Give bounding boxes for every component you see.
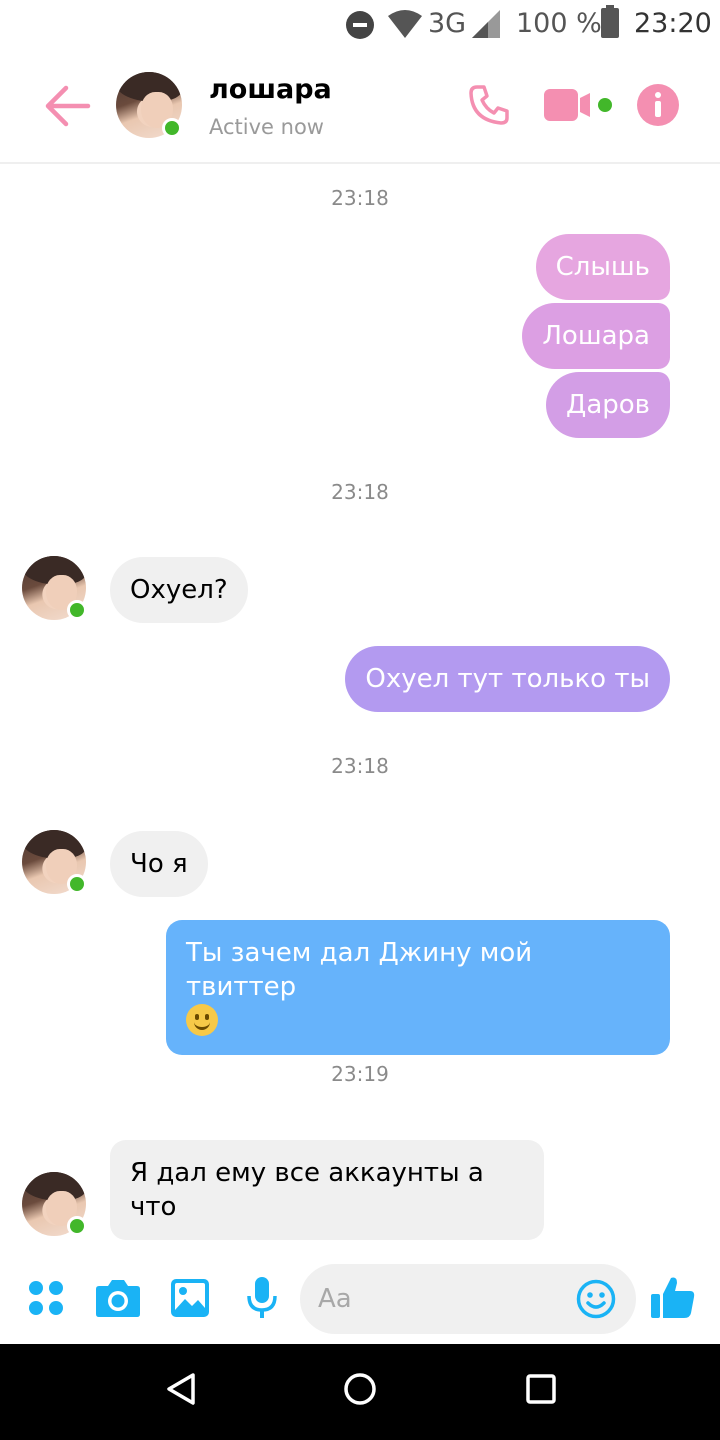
slightly-smiling-face-icon xyxy=(186,1004,218,1036)
message-input-pill xyxy=(300,1264,636,1334)
outgoing-message[interactable]: Охуел тут только ты xyxy=(345,646,670,712)
incoming-message[interactable]: Охуел? xyxy=(110,557,248,623)
nav-recents-icon[interactable] xyxy=(526,1374,556,1404)
phone-icon[interactable] xyxy=(468,84,510,126)
online-indicator xyxy=(67,1216,87,1236)
message-input[interactable] xyxy=(318,1264,568,1334)
back-arrow-icon[interactable] xyxy=(44,84,92,128)
video-icon[interactable] xyxy=(544,88,616,122)
system-navigation-bar xyxy=(0,1344,720,1440)
battery-level: 100 % xyxy=(516,8,602,39)
incoming-message[interactable]: Чо я xyxy=(110,831,208,897)
signal-icon xyxy=(472,10,500,38)
incoming-message[interactable]: Я дал ему все аккаунты а что xyxy=(110,1140,544,1240)
info-icon[interactable] xyxy=(637,84,679,126)
online-indicator xyxy=(67,600,87,620)
outgoing-message[interactable]: Слышь xyxy=(535,234,670,300)
status-bar: 3G 100 % 23:20 xyxy=(0,0,720,52)
emoji-icon[interactable] xyxy=(576,1279,616,1319)
timestamp: 23:18 xyxy=(331,186,389,210)
nav-back-icon[interactable] xyxy=(166,1372,196,1406)
nav-home-icon[interactable] xyxy=(343,1372,377,1406)
clock: 23:20 xyxy=(634,8,712,39)
wifi-icon xyxy=(388,10,422,38)
network-type: 3G xyxy=(428,8,467,39)
outgoing-message[interactable]: Даров xyxy=(546,372,670,438)
battery-icon xyxy=(601,5,619,38)
message-composer xyxy=(0,1258,720,1344)
online-indicator xyxy=(67,874,87,894)
timestamp: 23:19 xyxy=(331,1062,389,1086)
microphone-icon[interactable] xyxy=(246,1276,278,1320)
do-not-disturb-icon xyxy=(346,11,374,39)
timestamp: 23:18 xyxy=(331,754,389,778)
presence-status: Active now xyxy=(209,115,324,139)
outgoing-message[interactable]: Лошара xyxy=(522,303,670,369)
like-icon[interactable] xyxy=(650,1274,696,1320)
online-indicator xyxy=(162,118,182,138)
gallery-icon[interactable] xyxy=(170,1278,210,1318)
contact-name[interactable]: лошара xyxy=(209,74,332,105)
conversation-header: лошара Active now xyxy=(0,52,720,164)
outgoing-message[interactable]: Ты зачем дал Джину мой твиттер xyxy=(166,920,670,1055)
camera-icon[interactable] xyxy=(95,1278,141,1318)
message-text: Ты зачем дал Джину мой твиттер xyxy=(186,938,533,1002)
timestamp: 23:18 xyxy=(331,480,389,504)
apps-icon[interactable] xyxy=(28,1280,64,1316)
